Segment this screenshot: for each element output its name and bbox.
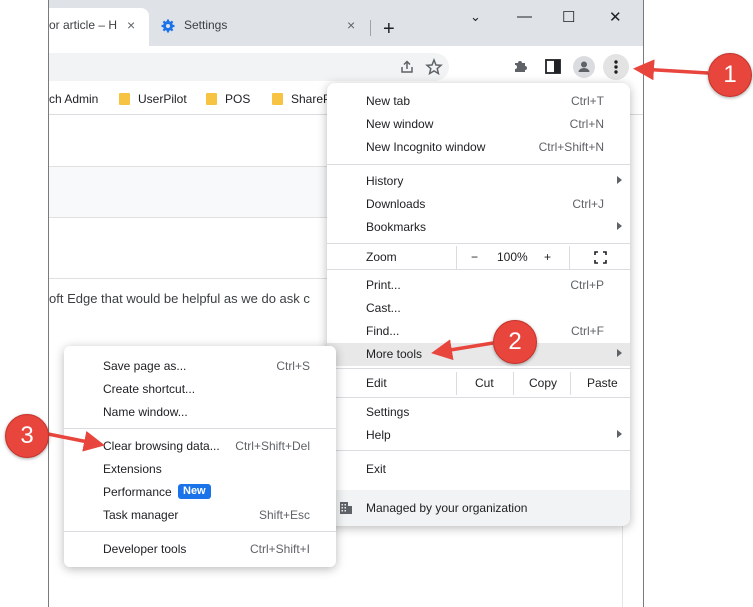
arrow-1 [633,59,709,81]
arrow-3 [47,430,105,452]
arrow-2 [431,339,494,361]
annotation-badge-2: 2 [493,320,537,364]
annotation-badge-1: 1 [708,53,752,97]
annotation-badge-3: 3 [5,414,49,458]
annotation-arrows [47,59,709,452]
